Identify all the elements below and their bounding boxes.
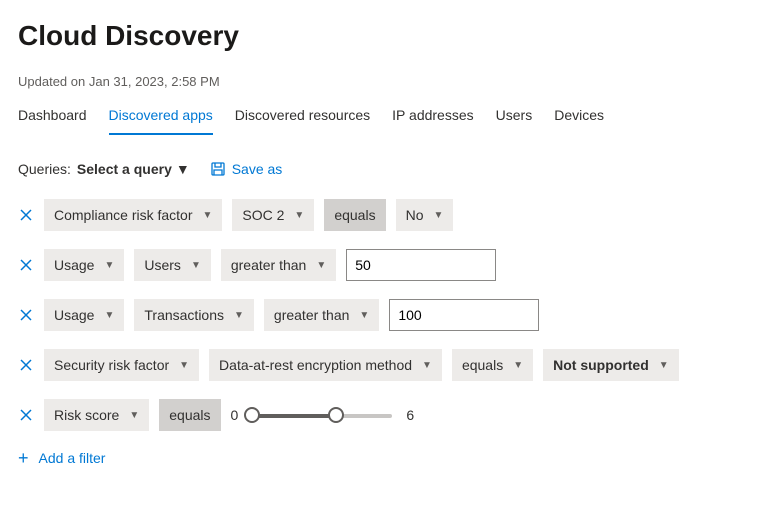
filter-subfield-dropdown[interactable]: Transactions ▼: [134, 299, 254, 331]
add-filter-button[interactable]: + Add a filter: [18, 449, 750, 467]
save-icon: [210, 161, 226, 177]
tab-ip-addresses[interactable]: IP addresses: [392, 99, 473, 135]
chevron-down-icon: ▼: [659, 360, 669, 371]
chevron-down-icon: ▼: [294, 210, 304, 221]
filter-subfield-label: Users: [144, 257, 181, 273]
plus-icon: +: [18, 449, 29, 467]
tab-discovered-resources[interactable]: Discovered resources: [235, 99, 370, 135]
filter-row: Usage ▼ Transactions ▼ greater than ▼: [18, 299, 750, 331]
filter-operator-dropdown[interactable]: equals ▼: [452, 349, 533, 381]
chevron-down-icon: ▼: [203, 210, 213, 221]
filter-field-dropdown[interactable]: Security risk factor ▼: [44, 349, 199, 381]
filter-field-label: Security risk factor: [54, 357, 169, 373]
queries-label: Queries:: [18, 161, 71, 177]
remove-filter-button[interactable]: [18, 207, 34, 223]
filter-operator-label: greater than: [231, 257, 307, 273]
filter-subfield-dropdown[interactable]: Data-at-rest encryption method ▼: [209, 349, 442, 381]
queries-select-label: Select a query: [77, 161, 172, 177]
tab-discovered-apps[interactable]: Discovered apps: [109, 99, 213, 135]
filter-operator-label: equals: [462, 357, 503, 373]
chevron-down-icon: ▼: [176, 161, 190, 177]
queries-select[interactable]: Select a query ▼: [77, 161, 190, 177]
filter-subfield-label: SOC 2: [242, 207, 284, 223]
chevron-down-icon: ▼: [179, 360, 189, 371]
remove-filter-button[interactable]: [18, 307, 34, 323]
filter-row: Usage ▼ Users ▼ greater than ▼: [18, 249, 750, 281]
save-as-button[interactable]: Save as: [210, 161, 283, 177]
filter-operator-label: equals: [169, 407, 210, 423]
chevron-down-icon: ▼: [104, 310, 114, 321]
filter-subfield-dropdown[interactable]: Users ▼: [134, 249, 210, 281]
close-icon: [18, 357, 34, 373]
filter-value-input[interactable]: [346, 249, 496, 281]
filter-operator-dropdown[interactable]: greater than ▼: [264, 299, 379, 331]
remove-filter-button[interactable]: [18, 257, 34, 273]
updated-timestamp: Updated on Jan 31, 2023, 2:58 PM: [18, 74, 750, 89]
tab-devices[interactable]: Devices: [554, 99, 604, 135]
tab-users[interactable]: Users: [496, 99, 533, 135]
slider-min-label: 0: [231, 407, 239, 423]
filter-operator-dropdown[interactable]: equals: [159, 399, 220, 431]
filter-operator-dropdown[interactable]: greater than ▼: [221, 249, 336, 281]
chevron-down-icon: ▼: [191, 260, 201, 271]
slider-thumb-max[interactable]: [328, 407, 344, 423]
filter-field-dropdown[interactable]: Usage ▼: [44, 249, 124, 281]
filter-subfield-label: Transactions: [144, 307, 224, 323]
slider-track-fill: [252, 414, 336, 418]
chevron-down-icon: ▼: [316, 260, 326, 271]
filter-operator-label: greater than: [274, 307, 350, 323]
filter-subfield-label: Data-at-rest encryption method: [219, 357, 412, 373]
filter-value-input[interactable]: [389, 299, 539, 331]
chevron-down-icon: ▼: [359, 310, 369, 321]
remove-filter-button[interactable]: [18, 357, 34, 373]
filter-field-dropdown[interactable]: Risk score ▼: [44, 399, 149, 431]
save-as-label: Save as: [232, 161, 283, 177]
remove-filter-button[interactable]: [18, 407, 34, 423]
chevron-down-icon: ▼: [422, 360, 432, 371]
chevron-down-icon: ▼: [234, 310, 244, 321]
filter-row: Compliance risk factor ▼ SOC 2 ▼ equals …: [18, 199, 750, 231]
close-icon: [18, 307, 34, 323]
chevron-down-icon: ▼: [434, 210, 444, 221]
filter-field-label: Usage: [54, 257, 94, 273]
slider-thumb-min[interactable]: [244, 407, 260, 423]
filter-value-label: No: [406, 207, 424, 223]
close-icon: [18, 257, 34, 273]
tab-dashboard[interactable]: Dashboard: [18, 99, 87, 135]
page-title: Cloud Discovery: [18, 0, 750, 60]
filter-row: Security risk factor ▼ Data-at-rest encr…: [18, 349, 750, 381]
chevron-down-icon: ▼: [513, 360, 523, 371]
risk-score-slider[interactable]: 0 6: [231, 406, 415, 424]
filter-row: Risk score ▼ equals 0 6: [18, 399, 750, 431]
slider-track[interactable]: [252, 406, 392, 424]
filter-value-label: Not supported: [553, 357, 649, 373]
chevron-down-icon: ▼: [129, 410, 139, 421]
add-filter-label: Add a filter: [39, 450, 106, 466]
filter-value-dropdown[interactable]: Not supported ▼: [543, 349, 679, 381]
slider-max-label: 6: [406, 407, 414, 423]
filter-operator-label: equals: [334, 207, 375, 223]
chevron-down-icon: ▼: [104, 260, 114, 271]
close-icon: [18, 207, 34, 223]
filter-field-label: Compliance risk factor: [54, 207, 193, 223]
filter-value-dropdown[interactable]: No ▼: [396, 199, 454, 231]
tabs-nav: Dashboard Discovered apps Discovered res…: [18, 99, 750, 135]
filter-field-label: Risk score: [54, 407, 119, 423]
close-icon: [18, 407, 34, 423]
filter-field-label: Usage: [54, 307, 94, 323]
filter-subfield-dropdown[interactable]: SOC 2 ▼: [232, 199, 314, 231]
filter-field-dropdown[interactable]: Compliance risk factor ▼: [44, 199, 222, 231]
queries-row: Queries: Select a query ▼ Save as: [18, 161, 750, 177]
filter-field-dropdown[interactable]: Usage ▼: [44, 299, 124, 331]
filter-operator-dropdown[interactable]: equals: [324, 199, 385, 231]
